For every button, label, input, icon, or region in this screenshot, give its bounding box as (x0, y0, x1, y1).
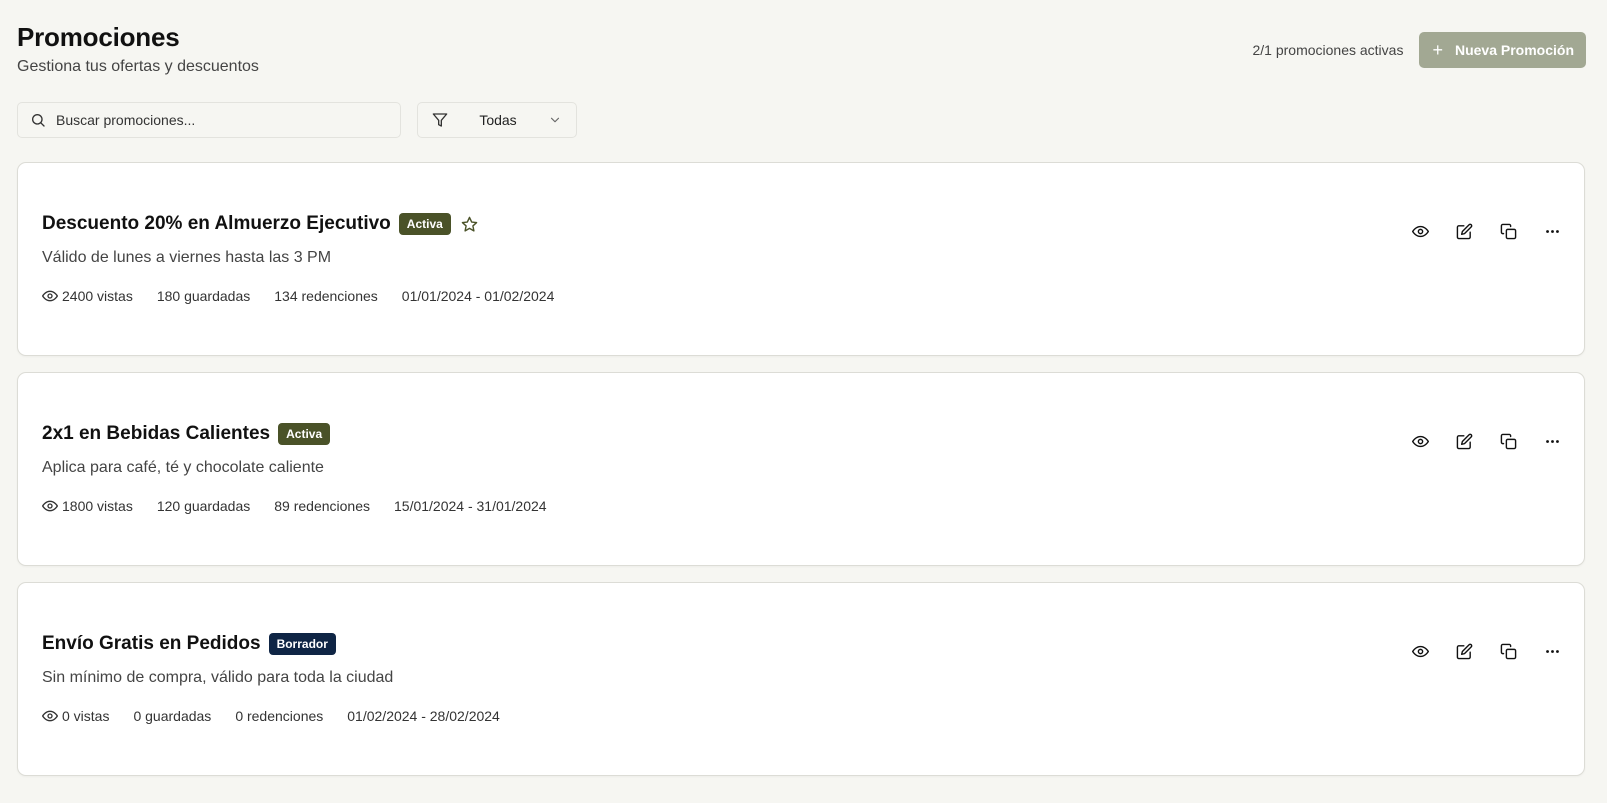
more-options-button[interactable] (1536, 635, 1568, 667)
promotion-description: Válido de lunes a viernes hasta las 3 PM (42, 249, 332, 266)
date-range: 01/02/2024 - 28/02/2024 (347, 708, 500, 724)
saved-count: 120 guardadas (156, 498, 251, 514)
promotion-title-row: Descuento 20% en Almuerzo Ejecutivo Acti… (42, 213, 478, 235)
promotion-description: Aplica para café, té y chocolate calient… (42, 459, 324, 476)
more-options-button[interactable] (1536, 215, 1568, 247)
copy-icon (1500, 643, 1516, 659)
eye-icon (1411, 225, 1429, 237)
status-badge: Activa (278, 423, 331, 445)
view-button[interactable] (1404, 635, 1436, 667)
active-promotions-count: 2/1 promociones activas (1252, 42, 1404, 58)
search-input[interactable] (56, 112, 376, 128)
status-filter-select[interactable]: Todas (417, 102, 577, 138)
search-icon (32, 114, 45, 127)
card-actions (1404, 215, 1568, 247)
status-badge: Borrador (268, 633, 336, 655)
promotions-page: Promociones Gestiona tus ofertas y descu… (0, 0, 1607, 803)
promotion-title: Envío Gratis en Pedidos (42, 633, 261, 654)
plus-icon: + (1432, 40, 1443, 60)
duplicate-button[interactable] (1492, 635, 1524, 667)
edit-button[interactable] (1448, 635, 1480, 667)
views-stat: 1800 vistas (42, 498, 133, 514)
promotion-title-row: 2x1 en Bebidas Calientes Activa (42, 423, 331, 445)
saved-count: 0 guardadas (133, 708, 212, 724)
edit-button[interactable] (1448, 425, 1480, 457)
header-actions: 2/1 promociones activas + Nueva Promoció… (1252, 32, 1586, 68)
duplicate-button[interactable] (1492, 425, 1524, 457)
views-count: 2400 vistas (62, 288, 133, 304)
promotion-card: Descuento 20% en Almuerzo Ejecutivo Acti… (17, 162, 1585, 356)
promotion-stats: 2400 vistas 180 guardadas 134 redencione… (42, 288, 578, 304)
view-button[interactable] (1404, 215, 1436, 247)
filter-icon (432, 113, 448, 127)
promotion-title-row: Envío Gratis en Pedidos Borrador (42, 633, 336, 655)
views-count: 1800 vistas (62, 498, 133, 514)
eye-icon (42, 290, 58, 302)
star-icon[interactable] (461, 216, 478, 233)
card-actions (1404, 425, 1568, 457)
status-badge: Activa (398, 213, 451, 235)
saved-count: 180 guardadas (156, 288, 251, 304)
duplicate-button[interactable] (1492, 215, 1524, 247)
more-icon (1545, 229, 1559, 233)
views-stat: 2400 vistas (42, 288, 133, 304)
eye-icon (1411, 645, 1429, 657)
promotion-card: 2x1 en Bebidas Calientes Activa Aplica p… (17, 372, 1585, 566)
redemptions-count: 0 redenciones (235, 708, 324, 724)
toolbar: Todas (17, 102, 577, 138)
new-promotion-button[interactable]: + Nueva Promoción (1419, 32, 1586, 68)
promotion-title: 2x1 en Bebidas Calientes (42, 423, 271, 444)
page-header: Promociones Gestiona tus ofertas y descu… (17, 20, 1586, 80)
promotion-stats: 0 vistas 0 guardadas 0 redenciones 01/02… (42, 708, 524, 724)
page-title: Promociones (17, 22, 180, 52)
eye-icon (1411, 435, 1429, 447)
view-button[interactable] (1404, 425, 1436, 457)
edit-button[interactable] (1448, 215, 1480, 247)
search-box[interactable] (17, 102, 401, 138)
promotion-card: Envío Gratis en Pedidos Borrador Sin mín… (17, 582, 1585, 776)
date-range: 01/01/2024 - 01/02/2024 (401, 288, 555, 304)
promotion-stats: 1800 vistas 120 guardadas 89 redenciones… (42, 498, 571, 514)
eye-icon (42, 500, 58, 512)
filter-value: Todas (479, 112, 517, 128)
more-options-button[interactable] (1536, 425, 1568, 457)
views-stat: 0 vistas (42, 708, 109, 724)
redemptions-count: 89 redenciones (274, 498, 370, 514)
more-icon (1545, 649, 1559, 653)
more-icon (1545, 439, 1559, 443)
new-promotion-label: Nueva Promoción (1454, 42, 1574, 58)
page-subtitle: Gestiona tus ofertas y descuentos (17, 58, 259, 75)
edit-icon (1456, 433, 1472, 449)
edit-icon (1456, 223, 1472, 239)
chevron-down-icon (550, 117, 560, 123)
redemptions-count: 134 redenciones (274, 288, 378, 304)
eye-icon (42, 710, 58, 722)
promotion-title: Descuento 20% en Almuerzo Ejecutivo (42, 213, 391, 234)
edit-icon (1456, 643, 1472, 659)
promotion-description: Sin mínimo de compra, válido para toda l… (42, 669, 394, 686)
copy-icon (1500, 433, 1516, 449)
views-count: 0 vistas (62, 708, 110, 724)
copy-icon (1500, 223, 1516, 239)
card-actions (1404, 635, 1568, 667)
date-range: 15/01/2024 - 31/01/2024 (394, 498, 547, 514)
